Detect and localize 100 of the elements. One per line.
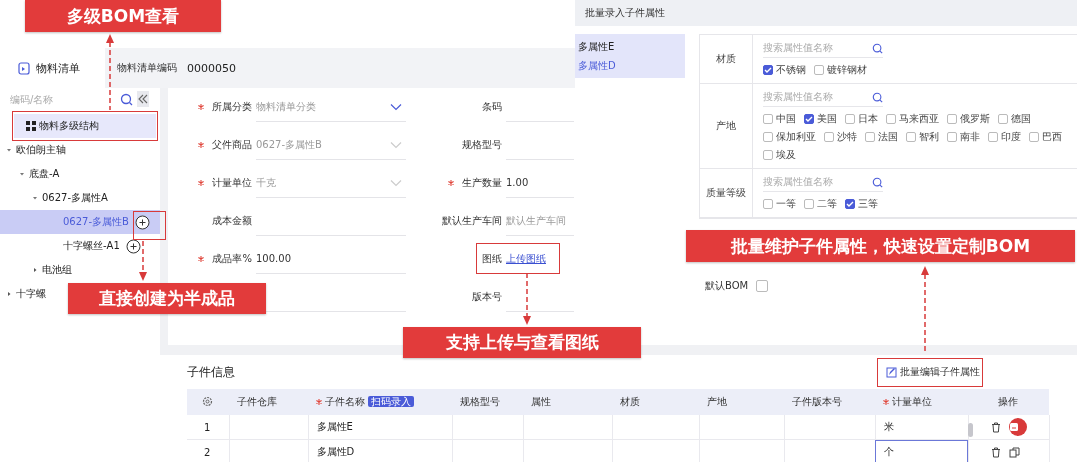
table-cell: 多属性E — [316, 421, 353, 432]
tree-item[interactable]: 0627-多属性B — [63, 215, 129, 229]
option-label: 巴西 — [1042, 130, 1062, 144]
expanded-arrow-icon[interactable] — [32, 195, 38, 201]
list-item[interactable]: 多属性E — [575, 37, 685, 56]
checkbox[interactable] — [824, 132, 834, 142]
column-header: 子件仓库 — [237, 396, 277, 407]
code-value: 0000050 — [187, 61, 236, 75]
option-label: 德国 — [1011, 112, 1031, 126]
search-icon — [120, 92, 133, 106]
upload-link[interactable]: 上传图纸 — [506, 252, 546, 266]
checkbox[interactable] — [998, 114, 1008, 124]
chevron-down-icon[interactable] — [390, 102, 402, 111]
scan-entry-button[interactable]: 扫码录入 — [368, 396, 414, 407]
option-label: 日本 — [858, 112, 878, 126]
search-icon[interactable] — [872, 176, 883, 188]
column-header: 计量单位 — [892, 396, 932, 407]
batch-edit-button[interactable]: 批量编辑子件属性 — [886, 365, 980, 379]
settings-icon[interactable] — [202, 395, 213, 407]
field-label: 父件商品 — [212, 138, 252, 152]
collapsed-arrow-icon[interactable] — [32, 267, 38, 273]
option-label: 一等 — [776, 197, 796, 211]
checkbox[interactable] — [814, 65, 824, 75]
field-label: 成本金额 — [212, 214, 252, 228]
search-icon[interactable] — [872, 91, 883, 103]
add-icon[interactable] — [125, 238, 141, 254]
collapse-icon[interactable] — [137, 91, 149, 107]
field-label: 所属分类 — [212, 100, 252, 114]
insert-button[interactable] — [1008, 418, 1027, 436]
table-cell: 个 — [883, 446, 894, 457]
field-label: 默认生产车间 — [442, 214, 502, 228]
checkbox[interactable] — [886, 114, 896, 124]
selected-tree-row[interactable]: 0627-多属性B — [0, 210, 160, 234]
option-label: 保加利亚 — [776, 130, 816, 144]
checkbox[interactable] — [947, 114, 957, 124]
attribute-label: 产地 — [716, 119, 736, 133]
dialog-title: 批量录入子件属性 — [575, 0, 1077, 26]
column-header: 操作 — [998, 396, 1018, 407]
highlight-frame — [133, 211, 166, 240]
option-label: 马来西亚 — [899, 112, 939, 126]
column-header: 属性 — [531, 396, 551, 407]
callout-banner: 多级BOM查看 — [25, 0, 221, 32]
tree-root-item[interactable]: 物料多级结构 — [14, 114, 156, 138]
expanded-arrow-icon[interactable] — [19, 171, 25, 177]
table-cell: 米 — [883, 421, 894, 432]
tree-item[interactable]: 欧伯朗主轴 — [16, 143, 66, 157]
column-header: 材质 — [620, 396, 640, 407]
checkbox[interactable] — [804, 114, 814, 124]
tree-item[interactable]: 底盘-A — [29, 167, 60, 181]
search-icon[interactable] — [872, 42, 883, 54]
option-label: 三等 — [858, 197, 878, 211]
callout-banner: 支持上传与查看图纸 — [403, 327, 641, 358]
field-label: 生产数量 — [462, 176, 502, 190]
tree-item[interactable]: 十字螺 — [16, 287, 46, 301]
checkbox[interactable] — [1029, 132, 1039, 142]
option-label: 中国 — [776, 112, 796, 126]
field-label: 计量单位 — [212, 176, 252, 190]
checkbox[interactable] — [988, 132, 998, 142]
search-field[interactable]: 编码/名称 — [10, 93, 116, 105]
field-label: 图纸 — [482, 252, 502, 266]
tree-item[interactable]: 十字螺丝-A1 — [63, 239, 120, 253]
scroll-thumb[interactable] — [968, 423, 973, 437]
tree-item[interactable]: 电池组 — [42, 263, 72, 277]
expanded-arrow-icon[interactable] — [6, 147, 12, 153]
checkbox[interactable] — [763, 132, 773, 142]
option-label: 印度 — [1001, 130, 1021, 144]
option-label: 沙特 — [837, 130, 857, 144]
add-icon[interactable] — [134, 214, 150, 230]
checkbox[interactable] — [845, 199, 855, 209]
checkbox[interactable] — [804, 199, 814, 209]
column-header: 子件版本号 — [792, 396, 842, 407]
field-label: 规格型号 — [462, 138, 502, 152]
trash-icon[interactable] — [990, 446, 1001, 458]
column-header: 子件名称 — [325, 396, 365, 407]
column-header: 规格型号 — [460, 396, 500, 407]
checkbox[interactable] — [865, 132, 875, 142]
attribute-label: 质量等级 — [706, 186, 746, 200]
field-value[interactable]: 1.00 — [506, 177, 529, 188]
square-icon — [1008, 422, 1019, 432]
collapsed-arrow-icon[interactable] — [6, 291, 12, 297]
tree-item[interactable]: 0627-多属性A — [42, 191, 108, 205]
checkbox[interactable] — [763, 114, 773, 124]
option-label: 美国 — [817, 112, 837, 126]
option-label: 二等 — [817, 197, 837, 211]
checkbox[interactable] — [845, 114, 855, 124]
list-item[interactable]: 多属性D — [575, 56, 685, 75]
field-value[interactable]: 100.00 — [256, 253, 291, 264]
checkbox[interactable] — [947, 132, 957, 142]
unit-input-field[interactable]: 个 — [875, 439, 968, 462]
checkbox[interactable] — [756, 280, 769, 292]
checkbox[interactable] — [763, 199, 773, 209]
bom-tab[interactable]: 物料清单 — [0, 48, 105, 88]
copy-icon[interactable] — [1008, 446, 1020, 458]
option-label: 镀锌钢材 — [827, 63, 867, 77]
trash-icon[interactable] — [990, 421, 1001, 433]
checkbox[interactable] — [763, 65, 773, 75]
default-bom-label: 默认BOM — [705, 279, 749, 293]
checkbox[interactable] — [763, 150, 773, 160]
checkbox[interactable] — [906, 132, 916, 142]
callout-banner: 批量维护子件属性，快速设置定制BOM — [686, 230, 1075, 262]
